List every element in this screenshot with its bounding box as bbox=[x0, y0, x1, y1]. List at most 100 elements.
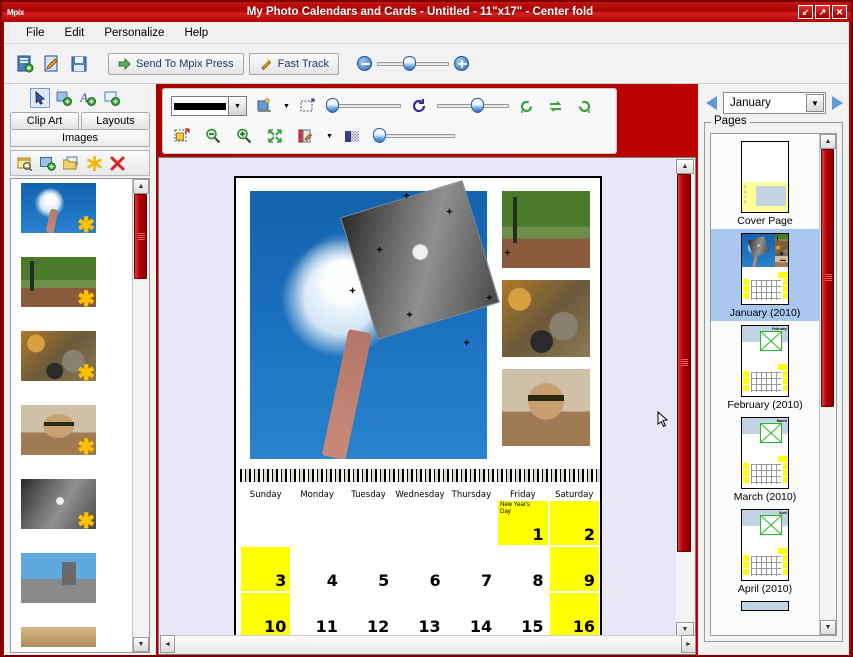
crop-icon[interactable] bbox=[171, 125, 193, 147]
color-dropdown-arrow-icon[interactable]: ▼ bbox=[326, 133, 333, 140]
canvas-vscroll-track[interactable] bbox=[676, 174, 694, 622]
list-item[interactable] bbox=[21, 627, 96, 652]
page-item-april[interactable]: April bbox=[711, 505, 819, 597]
images-scroll-area[interactable]: ✱ ✱ ✱ ✱ ✱ bbox=[11, 179, 132, 652]
browse-images-icon[interactable] bbox=[15, 153, 35, 173]
park-path-photo[interactable] bbox=[502, 191, 590, 268]
fit-to-page-icon[interactable] bbox=[264, 125, 286, 147]
autumn-leaves-photo[interactable] bbox=[502, 280, 590, 357]
rotate-icon[interactable] bbox=[408, 95, 430, 117]
pages-scroll-track[interactable] bbox=[820, 149, 836, 620]
calendar-cell[interactable]: 8 bbox=[497, 546, 548, 592]
calendar-cell[interactable]: 4 bbox=[291, 546, 342, 592]
images-scrollbar[interactable]: ▲ ▼ bbox=[132, 179, 149, 652]
calendar-cell[interactable]: 14 bbox=[446, 592, 497, 637]
calendar-cell[interactable]: 12 bbox=[343, 592, 394, 637]
menu-item-file[interactable]: File bbox=[16, 25, 55, 41]
calendar-cell[interactable]: 2 bbox=[549, 500, 600, 546]
list-item[interactable]: ✱ bbox=[21, 183, 96, 233]
maximize-button[interactable]: ↗ bbox=[815, 5, 830, 19]
list-item[interactable]: ✱ bbox=[21, 479, 96, 529]
swap-icon[interactable] bbox=[545, 95, 567, 117]
chevron-down-icon[interactable]: ▼ bbox=[806, 94, 824, 112]
border-width-icon[interactable] bbox=[297, 95, 319, 117]
calendar-cell[interactable]: 9 bbox=[549, 546, 600, 592]
line-style-dropdown[interactable]: ▼ bbox=[171, 96, 247, 116]
scrollbar-track[interactable] bbox=[133, 194, 149, 637]
zoom-slider[interactable] bbox=[377, 57, 449, 71]
pages-scroll-up-button[interactable]: ▲ bbox=[820, 134, 836, 149]
fast-track-button[interactable]: Fast Track bbox=[249, 53, 339, 75]
zoom-in-icon[interactable] bbox=[233, 125, 255, 147]
page-item-january[interactable]: January (2010) bbox=[711, 229, 819, 321]
minimize-button[interactable]: ↙ bbox=[798, 5, 813, 19]
list-item[interactable]: ✱ bbox=[21, 405, 96, 455]
list-item[interactable]: ✱ bbox=[21, 257, 96, 307]
calendar-cell[interactable]: 13 bbox=[394, 592, 445, 637]
edit-document-icon[interactable] bbox=[41, 53, 63, 75]
canvas-viewport[interactable]: Sunday Monday Tuesday Wednesday Thursday… bbox=[160, 159, 678, 637]
calendar-cell[interactable]: 11 bbox=[291, 592, 342, 637]
calendar-page[interactable]: Sunday Monday Tuesday Wednesday Thursday… bbox=[234, 176, 602, 637]
add-folder-icon[interactable] bbox=[61, 153, 81, 173]
shadow-icon[interactable] bbox=[254, 95, 276, 117]
page-item-february[interactable]: February bbox=[711, 321, 819, 413]
color-adjust-icon[interactable] bbox=[295, 125, 317, 147]
canvas-scroll-up-button[interactable]: ▲ bbox=[676, 159, 694, 174]
calendar-cell[interactable]: 10 bbox=[240, 592, 291, 637]
opacity-icon[interactable] bbox=[342, 125, 364, 147]
prev-month-arrow-icon[interactable] bbox=[706, 96, 717, 110]
next-month-arrow-icon[interactable] bbox=[832, 96, 843, 110]
scroll-up-button[interactable]: ▲ bbox=[133, 179, 149, 194]
tab-images[interactable]: Images bbox=[10, 129, 150, 147]
opacity-slider[interactable] bbox=[373, 129, 455, 143]
select-tool-button[interactable] bbox=[30, 88, 50, 108]
close-button[interactable]: ✕ bbox=[832, 5, 847, 19]
calendar-cell[interactable]: New Year's Day 1 bbox=[497, 500, 548, 546]
cat-photo[interactable] bbox=[502, 369, 590, 446]
add-shape-tool-button[interactable] bbox=[54, 88, 74, 108]
list-item[interactable]: ✱ bbox=[21, 331, 96, 381]
new-document-icon[interactable] bbox=[14, 53, 36, 75]
rotate-slider[interactable] bbox=[437, 99, 509, 113]
page-item-march[interactable]: March bbox=[711, 413, 819, 505]
canvas-horizontal-scrollbar[interactable]: ◄ ► bbox=[160, 635, 696, 653]
canvas-scroll-right-button[interactable]: ► bbox=[681, 635, 696, 653]
calendar-cell[interactable] bbox=[446, 500, 497, 546]
zoom-in-button[interactable] bbox=[454, 56, 469, 71]
scrollbar-thumb[interactable] bbox=[134, 194, 147, 279]
calendar-cell[interactable]: 6 bbox=[394, 546, 445, 592]
new-star-icon[interactable] bbox=[84, 153, 104, 173]
canvas-vertical-scrollbar[interactable]: ▲ ▼ bbox=[676, 159, 694, 637]
shadow-dropdown-arrow-icon[interactable]: ▼ bbox=[283, 103, 290, 110]
menu-item-help[interactable]: Help bbox=[174, 25, 218, 41]
send-to-mpix-press-button[interactable]: Send To Mpix Press bbox=[108, 53, 244, 75]
add-image-icon[interactable] bbox=[38, 153, 58, 173]
border-width-slider[interactable] bbox=[326, 99, 401, 113]
flip-horizontal-icon[interactable] bbox=[516, 95, 538, 117]
calendar-cell[interactable]: 3 bbox=[240, 546, 291, 592]
pages-scrollbar[interactable]: ▲ ▼ bbox=[819, 134, 836, 635]
canvas-vscroll-thumb[interactable] bbox=[677, 174, 691, 552]
month-dropdown[interactable]: January ▼ bbox=[723, 92, 826, 114]
menu-item-edit[interactable]: Edit bbox=[55, 25, 95, 41]
page-item-cover[interactable]: 2010 Cover Page bbox=[711, 137, 819, 229]
zoom-out-button[interactable] bbox=[357, 56, 372, 71]
tab-clip-art[interactable]: Clip Art bbox=[10, 112, 79, 129]
calendar-cell[interactable]: 16 bbox=[549, 592, 600, 637]
calendar-cell[interactable]: 15 bbox=[497, 592, 548, 637]
pages-scroll-thumb[interactable] bbox=[821, 149, 834, 407]
pages-scroll-area[interactable]: 2010 Cover Page bbox=[711, 134, 819, 635]
calendar-cell[interactable]: 7 bbox=[446, 546, 497, 592]
zoom-out-icon[interactable] bbox=[202, 125, 224, 147]
add-text-tool-button[interactable]: A bbox=[78, 88, 98, 108]
calendar-cell[interactable] bbox=[291, 500, 342, 546]
line-style-arrow-icon[interactable]: ▼ bbox=[228, 97, 246, 115]
scroll-down-button[interactable]: ▼ bbox=[133, 637, 149, 652]
list-item[interactable] bbox=[21, 553, 96, 603]
calendar-cell[interactable] bbox=[240, 500, 291, 546]
pages-scroll-down-button[interactable]: ▼ bbox=[820, 620, 836, 635]
save-icon[interactable] bbox=[68, 53, 90, 75]
canvas-scroll-left-button[interactable]: ◄ bbox=[160, 635, 175, 653]
menu-item-personalize[interactable]: Personalize bbox=[94, 25, 174, 41]
